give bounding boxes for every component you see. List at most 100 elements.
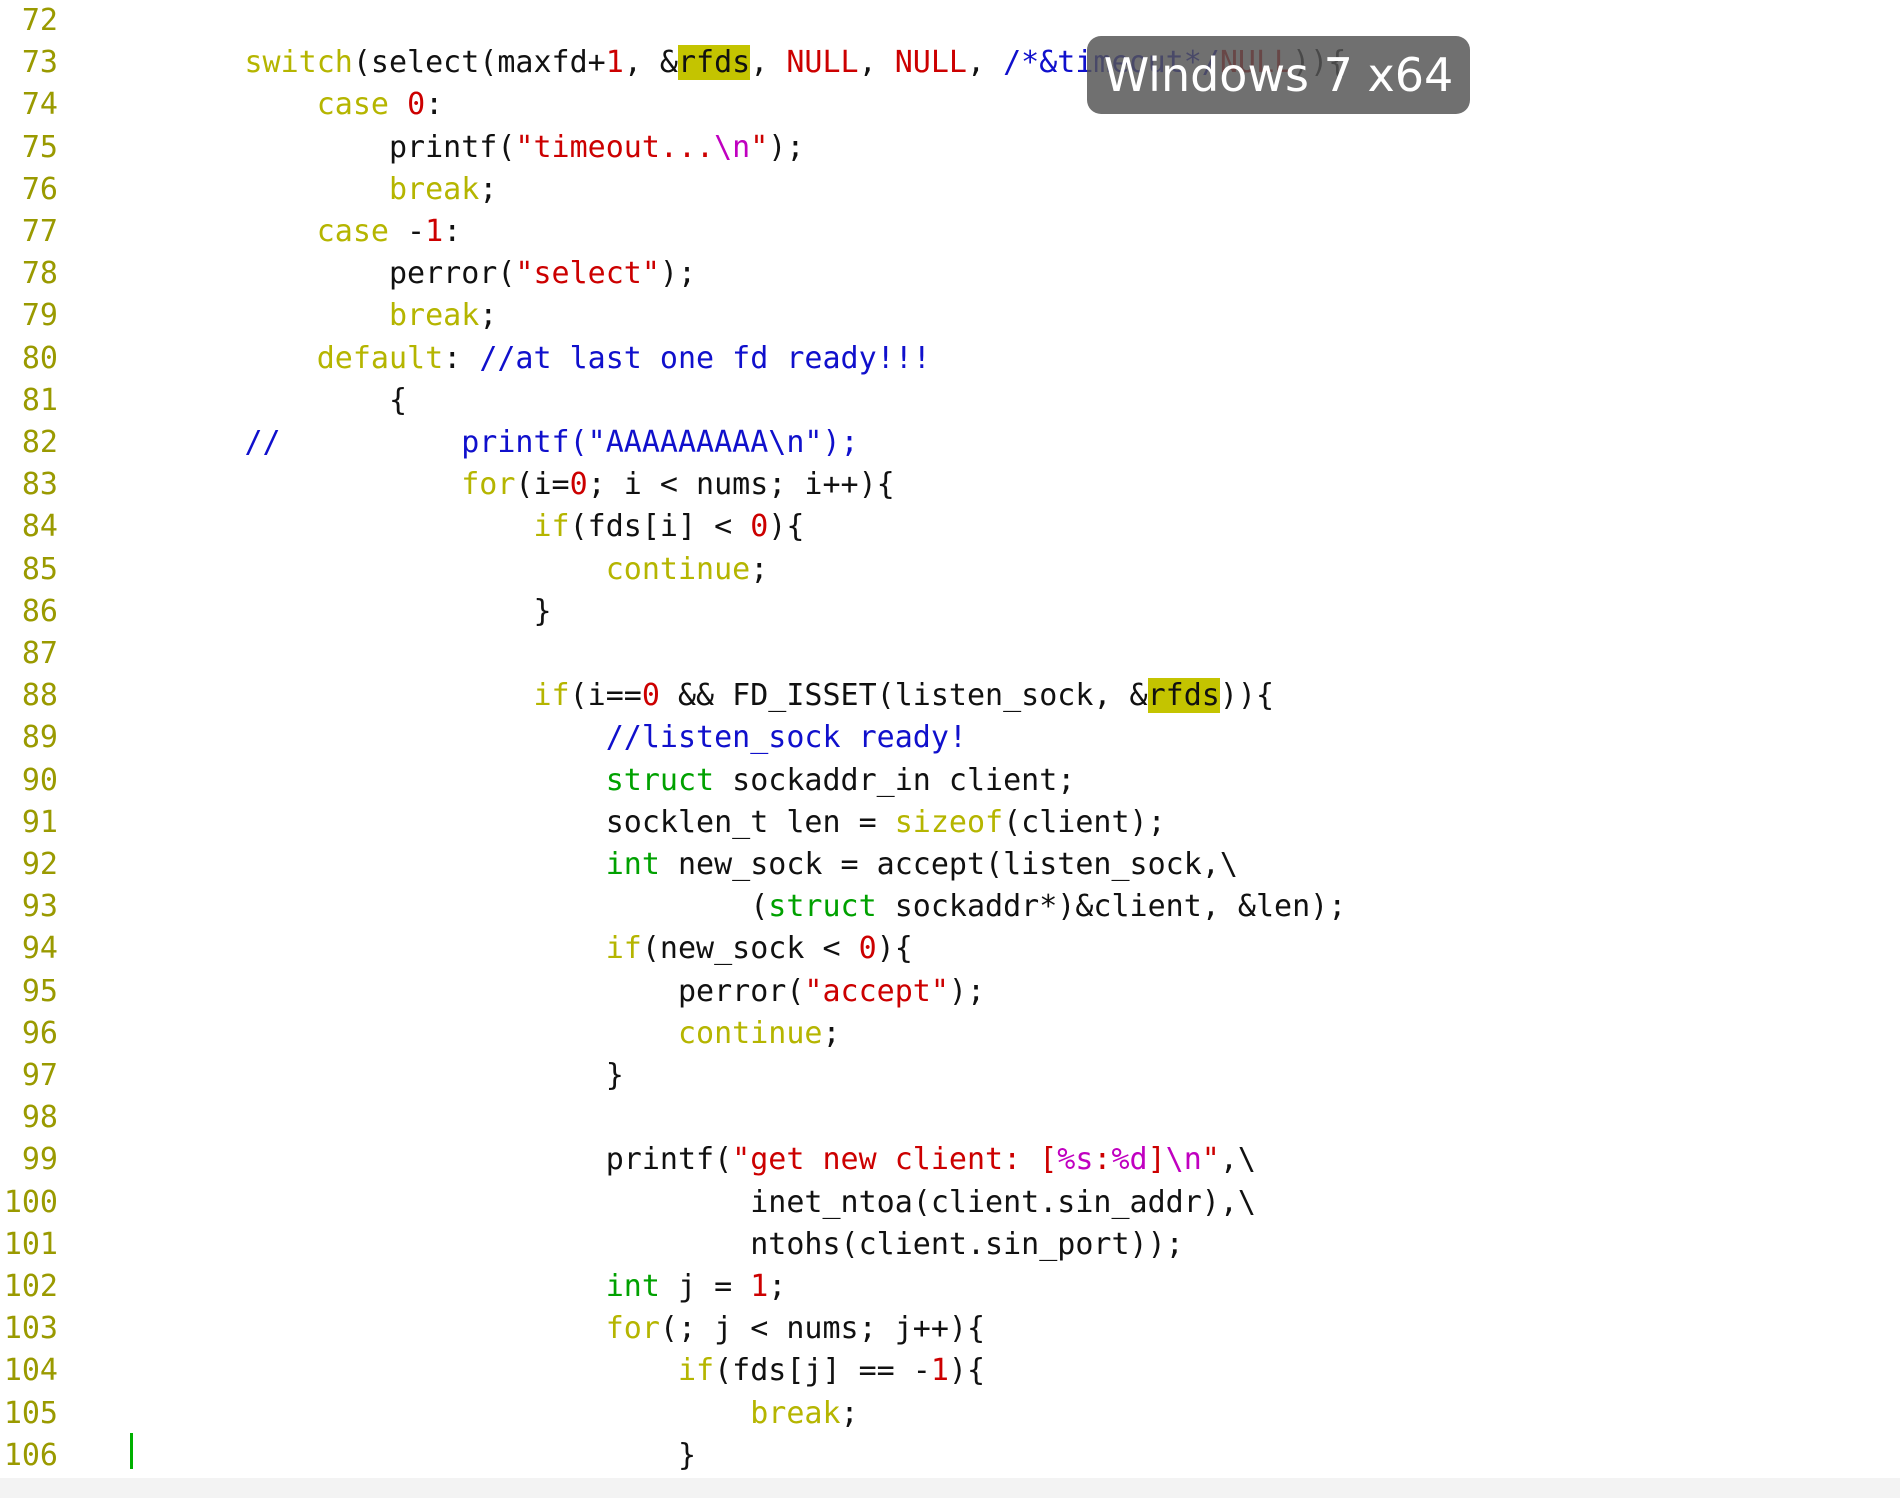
line-code: {: [100, 380, 407, 422]
line-number: 102: [3, 1269, 58, 1304]
line-number: 97: [21, 1058, 58, 1093]
keyword-token: sizeof: [894, 804, 1004, 840]
line-code: printf("get new client: [%s:%d]\n",\: [100, 1139, 1256, 1181]
code-token: );: [659, 256, 697, 292]
code-token: sockaddr_in client;: [714, 762, 1076, 798]
bottom-edge: [0, 1478, 1900, 1498]
line-number: 78: [21, 256, 58, 292]
string-token: "accept": [804, 973, 949, 1009]
keyword-token: continue: [677, 1015, 823, 1051]
line-code: perror("accept");: [100, 971, 985, 1013]
code-editor[interactable]: 72 73 switch(select(maxfd+1, &rfds, NULL,…: [0, 0, 1900, 1498]
line-code: if(fds[j] == -1){: [100, 1350, 985, 1392]
line-number: 84: [21, 509, 58, 545]
line-number: 73: [21, 45, 58, 81]
line-code: case 0:: [100, 84, 443, 126]
line-number: 85: [21, 551, 58, 587]
keyword-token: for: [461, 467, 516, 503]
line-code: continue;: [100, 1013, 841, 1055]
literal-token: 0: [750, 509, 769, 545]
line-code: inet_ntoa(client.sin_addr),\: [100, 1182, 1256, 1224]
line-number: 79: [21, 298, 58, 334]
line-code: // printf("AAAAAAAAA\n");: [100, 422, 859, 464]
line-code: for(; j < nums; j++){: [100, 1308, 985, 1350]
line-code: int j = 1;: [100, 1266, 787, 1308]
line-number: 95: [21, 973, 58, 1009]
line-code: if(new_sock < 0){: [100, 928, 913, 970]
string-token: :: [1093, 1142, 1112, 1178]
literal-token: 1: [605, 45, 624, 81]
line-code: perror("select");: [100, 253, 696, 295]
type-token: int: [605, 847, 660, 882]
line-code: continue;: [100, 549, 769, 591]
line-code: for(i=0; i < nums; i++){: [100, 464, 894, 506]
string-token: "select": [515, 256, 660, 292]
code-token: (i=: [515, 467, 570, 503]
literal-token: NULL: [786, 45, 859, 81]
line-number: 101: [3, 1226, 58, 1262]
comment-token: // printf("AAAAAAAAA\n");: [244, 425, 859, 460]
string-token: "get new client: [: [732, 1142, 1058, 1178]
literal-token: NULL: [894, 45, 967, 81]
code-token: (fds[i] <: [569, 509, 751, 545]
code-token: :: [443, 340, 480, 376]
line-code: }: [100, 1055, 624, 1097]
string-token: ]: [1147, 1142, 1166, 1178]
line-number: 93: [21, 889, 58, 925]
code-token: :: [443, 214, 462, 249]
keyword-token: break: [388, 171, 480, 207]
line-code: ntohs(client.sin_port));: [100, 1224, 1184, 1266]
code-token: ,: [858, 45, 895, 81]
line-code: if(fds[i] < 0){: [100, 506, 804, 548]
line-number: 103: [3, 1311, 58, 1347]
search-match: rfds: [678, 45, 751, 81]
code-token: ,\: [1219, 1142, 1256, 1178]
line-number: 100: [3, 1184, 58, 1220]
line-number: 83: [21, 467, 58, 503]
code-token: socklen_t len =: [100, 804, 895, 840]
code-token: )){: [1219, 678, 1275, 714]
literal-token: 0: [407, 87, 426, 123]
comment-token: //listen_sock ready!: [605, 720, 967, 756]
keyword-token: break: [750, 1395, 841, 1431]
line-code: //listen_sock ready!: [100, 717, 967, 759]
type-token: int: [605, 1269, 660, 1304]
string-token: ": [750, 129, 769, 165]
code-token: }: [100, 593, 552, 629]
keyword-token: break: [388, 298, 480, 334]
line-number: 82: [21, 425, 58, 460]
line-number: 104: [3, 1353, 58, 1389]
code-token: :: [425, 87, 444, 123]
code-token: -: [389, 214, 426, 249]
os-version-badge: Windows 7 x64: [1087, 36, 1470, 114]
line-number: 76: [21, 171, 58, 207]
code-token: && FD_ISSET(listen_sock, &: [659, 678, 1148, 714]
literal-token: 0: [641, 678, 660, 714]
code-token: ;: [822, 1015, 841, 1051]
string-token: "timeout...: [515, 129, 715, 165]
literal-token: 0: [858, 931, 877, 967]
keyword-token: if: [533, 678, 570, 714]
code-token: ){: [876, 931, 913, 967]
line-code: }: [100, 591, 552, 633]
code-token: sockaddr*)&client, &len);: [876, 889, 1347, 925]
literal-token: 1: [750, 1269, 769, 1304]
keyword-token: switch: [244, 45, 353, 81]
line-number: 105: [3, 1395, 58, 1431]
code-token: (fds[j] == -: [714, 1353, 931, 1389]
code-token: ,: [967, 45, 1004, 81]
line-number: 91: [21, 804, 58, 840]
keyword-token: case: [316, 87, 389, 123]
